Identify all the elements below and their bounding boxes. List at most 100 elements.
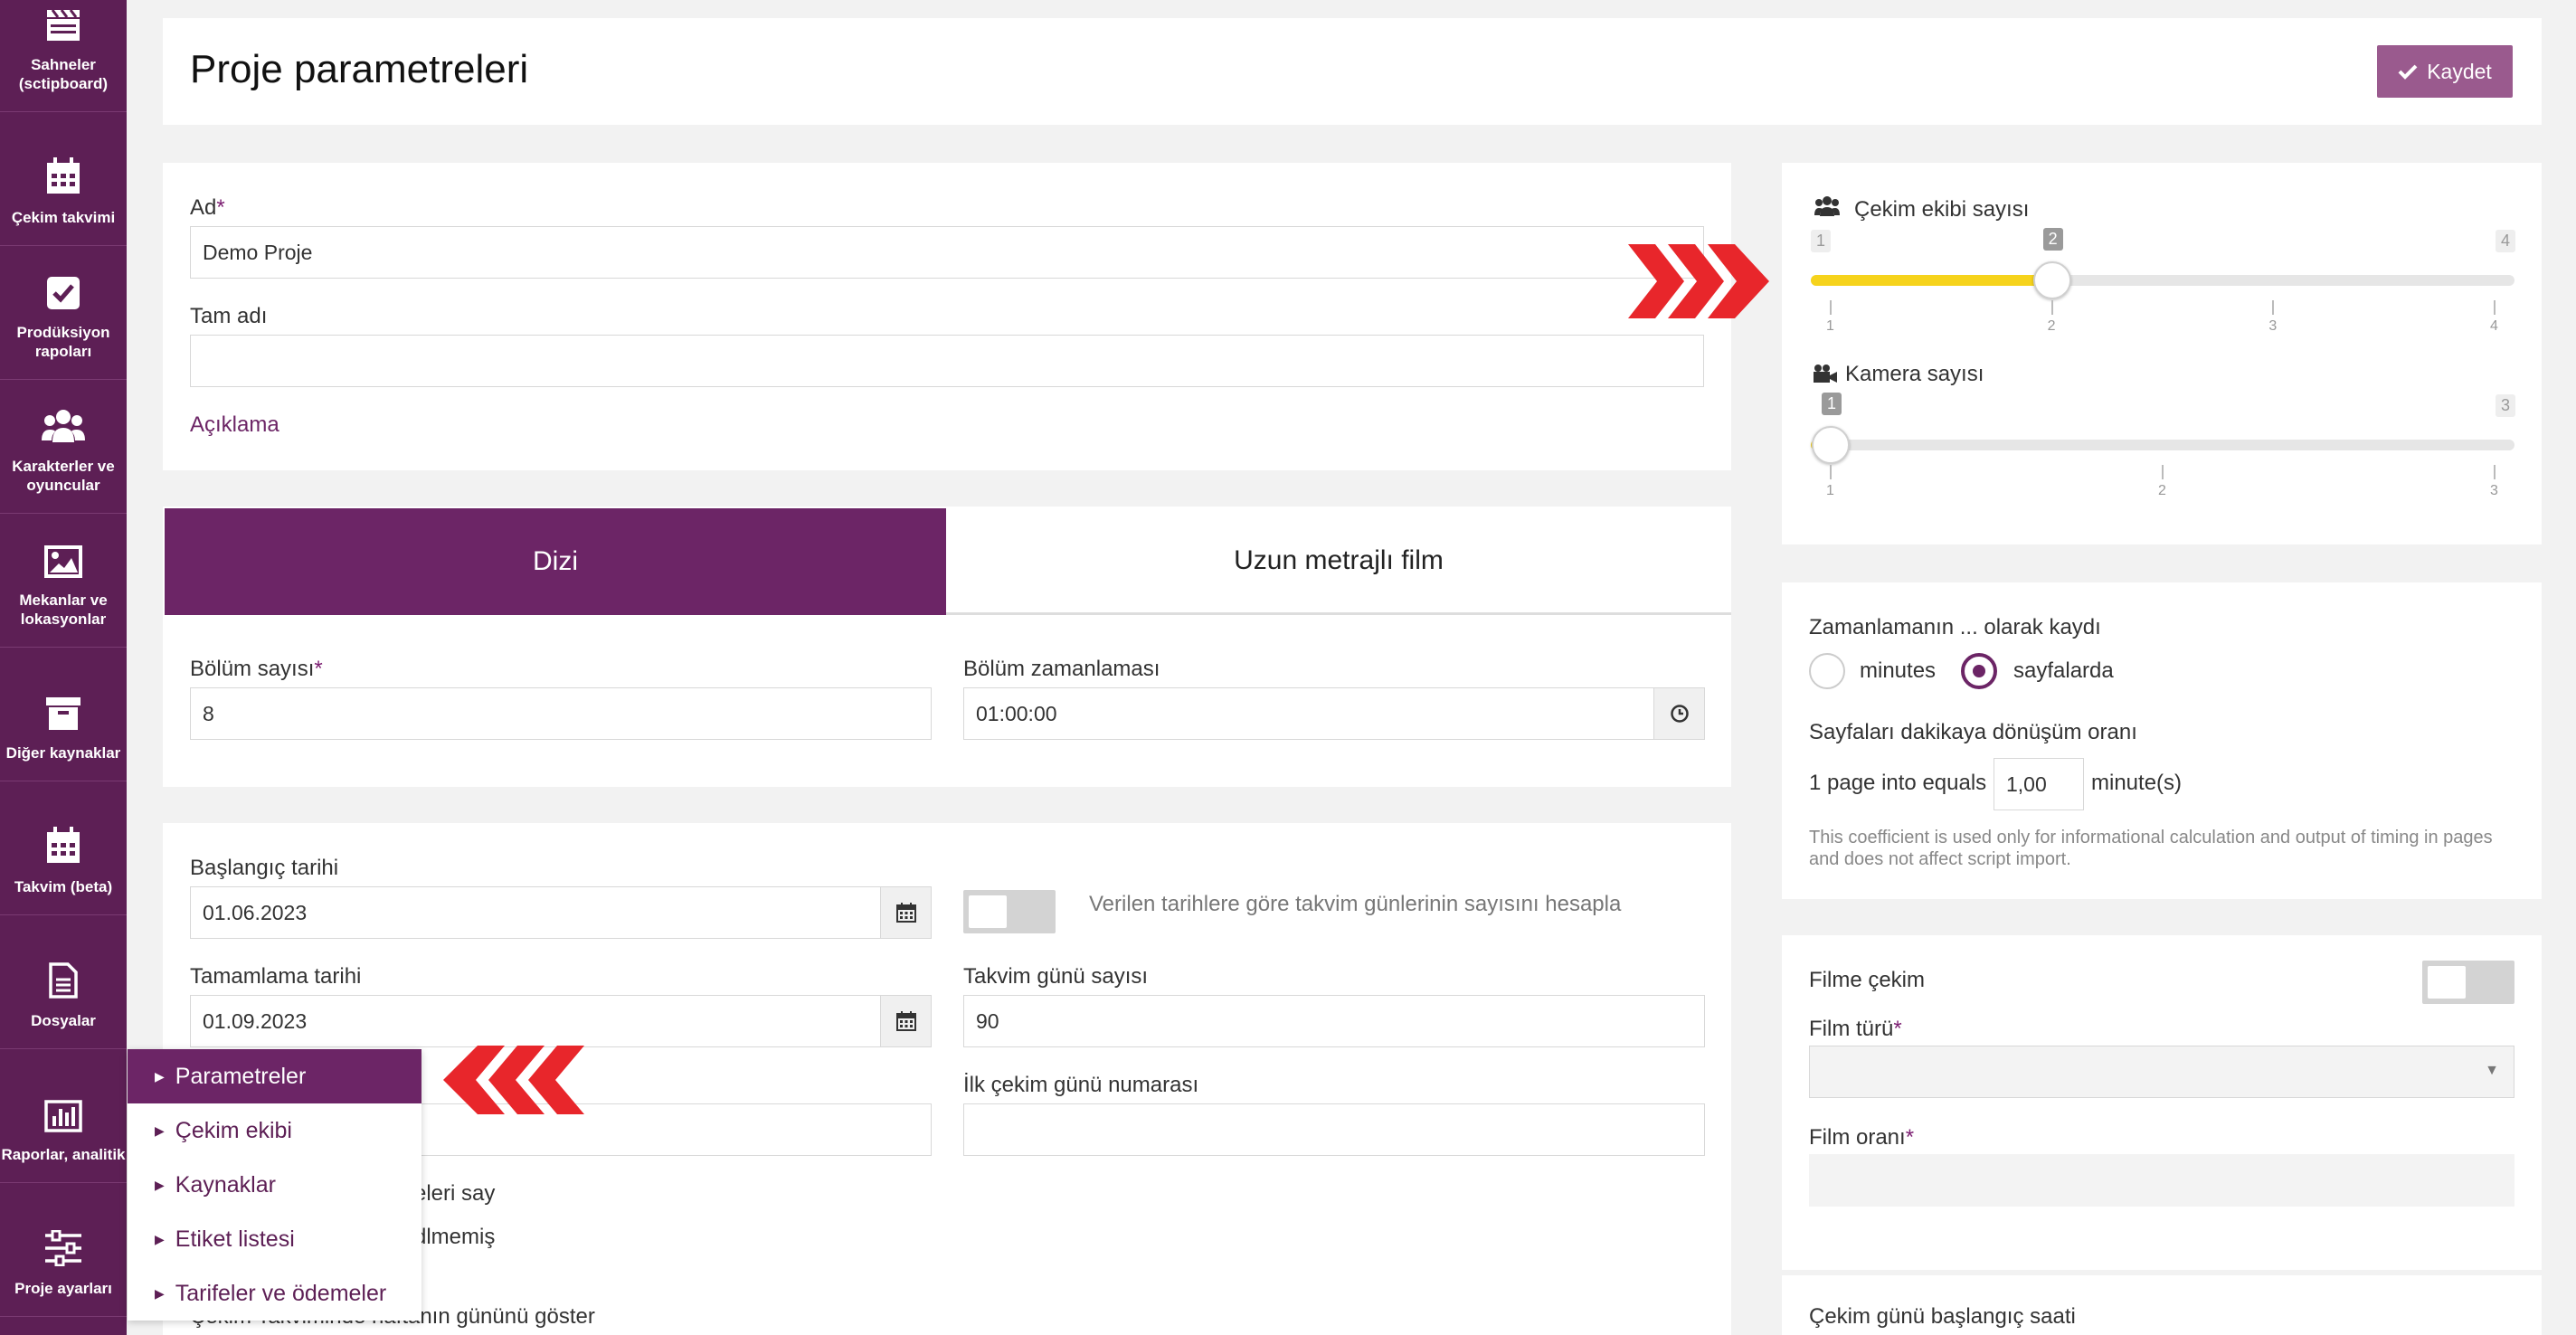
menu-item-parameters[interactable]: ▶ Parametreler xyxy=(128,1049,421,1103)
sidebar-item-label: Prodüksiyon rapoları xyxy=(16,324,110,360)
start-date-label: Başlangıç tarihi xyxy=(190,856,339,880)
radio-minutes[interactable] xyxy=(1809,653,1845,689)
camera-slider-thumb[interactable] xyxy=(1812,426,1850,464)
slider-tick-label: 3 xyxy=(2490,483,2498,498)
film-ratio-input[interactable] xyxy=(1809,1154,2514,1207)
crew-slider[interactable]: 2 1 2 3 4 xyxy=(1811,217,2514,344)
slider-tick xyxy=(2494,300,2496,315)
menu-item-rates[interactable]: ▶ Tarifeler ve ödemeler xyxy=(128,1266,421,1321)
end-date-input[interactable]: 01.09.2023 xyxy=(190,995,932,1047)
sidebar-item-locations[interactable]: Mekanlar ve lokasyonlar xyxy=(0,514,127,648)
episodes-label: Bölüm sayısı* xyxy=(190,657,323,681)
sidebar-item-characters[interactable]: Karakterler ve oyuncular xyxy=(0,380,127,514)
menu-item-label: Parametreler xyxy=(175,1063,307,1089)
ratio-note: This coefficient is used only for inform… xyxy=(1809,828,2493,869)
partially-hidden-text: dlmemiş xyxy=(414,1225,496,1249)
archive-icon xyxy=(46,697,80,730)
chevron-left-arrows-icon xyxy=(443,1046,584,1114)
partially-hidden-text: eleri say xyxy=(414,1181,496,1206)
menu-item-resources[interactable]: ▶ Kaynaklar xyxy=(128,1158,421,1212)
caret-right-icon: ▶ xyxy=(155,1285,165,1301)
sidebar-item-calendar-beta[interactable]: Takvim (beta) xyxy=(0,781,127,915)
radio-minutes-label[interactable]: minutes xyxy=(1860,658,1936,684)
sidebar-item-label: Proje ayarları xyxy=(14,1280,112,1297)
sidebar-item-files[interactable]: Dosyalar xyxy=(0,915,127,1049)
calendar-icon[interactable] xyxy=(880,887,931,938)
calc-days-toggle[interactable] xyxy=(963,890,1056,933)
chevron-right-arrows-icon xyxy=(1628,244,1769,318)
conversion-label: Sayfaları dakikaya dönüşüm oranı xyxy=(1809,720,2137,744)
sidebar-item-label: Diğer kaynaklar xyxy=(5,744,121,762)
episodes-input[interactable]: 8 xyxy=(190,687,932,740)
users-icon xyxy=(1814,196,1840,216)
image-icon xyxy=(44,545,82,578)
calendar-icon[interactable] xyxy=(880,996,931,1046)
slider-tick xyxy=(2494,465,2496,479)
page-equals-label: 1 page into equals xyxy=(1809,771,1987,795)
name-input[interactable]: Demo Proje xyxy=(190,226,1704,279)
sidebar-item-label: Mekanlar ve lokasyonlar xyxy=(19,592,108,628)
tab-series[interactable]: Dizi xyxy=(165,508,946,615)
crew-slider-track[interactable] xyxy=(1811,275,2514,286)
basic-info-card xyxy=(163,163,1731,470)
menu-item-tag-list[interactable]: ▶ Etiket listesi xyxy=(128,1212,421,1266)
film-type-label: Film türü* xyxy=(1809,1017,1902,1041)
radio-pages-label[interactable]: sayfalarda xyxy=(2013,658,2114,684)
start-date-input[interactable]: 01.06.2023 xyxy=(190,886,932,939)
sidebar-item-label: Sahneler (sctipboard) xyxy=(18,56,109,92)
menu-item-label: Tarifeler ve ödemeler xyxy=(175,1280,387,1306)
camera-current-badge: 1 xyxy=(1822,393,1842,415)
slider-tick-label: 4 xyxy=(2490,318,2498,334)
sidebar-item-production-reports[interactable]: Prodüksiyon rapoları xyxy=(0,246,127,380)
sidebar-item-scenes[interactable]: Sahneler (sctipboard) xyxy=(0,0,127,112)
calendar-icon xyxy=(47,827,80,863)
sidebar-item-label: Dosyalar xyxy=(31,1012,96,1029)
menu-item-crew[interactable]: ▶ Çekim ekibi xyxy=(128,1103,421,1158)
tab-feature-film[interactable]: Uzun metrajlı film xyxy=(946,508,1731,615)
first-day-label: İlk çekim günü numarası xyxy=(963,1073,1199,1097)
chevron-down-icon: ▼ xyxy=(2485,1063,2499,1078)
slider-tick xyxy=(2272,300,2275,315)
radio-pages[interactable] xyxy=(1961,653,1997,689)
crew-slider-thumb[interactable] xyxy=(2032,261,2071,299)
shoot-start-label: Çekim günü başlangıç saati xyxy=(1809,1304,2076,1329)
sidebar-item-other-resources[interactable]: Diğer kaynaklar xyxy=(0,648,127,781)
episode-timing-input[interactable]: 01:00:00 xyxy=(963,687,1705,740)
crew-current-badge: 2 xyxy=(2042,228,2063,251)
ratio-input[interactable]: 1,00 xyxy=(1994,758,2084,810)
camera-slider-track[interactable] xyxy=(1811,440,2514,450)
page-title: Proje parametreleri xyxy=(190,47,529,91)
film-shoot-toggle[interactable] xyxy=(2422,961,2514,1004)
slider-tick xyxy=(2050,300,2053,315)
first-day-input[interactable] xyxy=(963,1103,1705,1156)
check-icon xyxy=(2398,64,2418,80)
slider-tick-label: 2 xyxy=(2047,318,2056,334)
caret-right-icon: ▶ xyxy=(155,1068,165,1084)
film-ratio-label: Film oranı* xyxy=(1809,1125,1915,1150)
save-button-label: Kaydet xyxy=(2427,59,2492,83)
bar-chart-icon xyxy=(44,1100,82,1132)
sidebar-item-shooting-schedule[interactable]: Çekim takvimi xyxy=(0,112,127,246)
caret-right-icon: ▶ xyxy=(155,1122,165,1138)
sidebar-item-label: Karakterler ve oyuncular xyxy=(12,458,115,494)
calendar-days-label: Takvim günü sayısı xyxy=(963,964,1149,989)
film-type-select[interactable]: ▼ xyxy=(1809,1046,2514,1098)
sidebar-item-label: Raporlar, analitik xyxy=(1,1146,126,1163)
sidebar-item-reports[interactable]: Raporlar, analitik xyxy=(0,1049,127,1183)
save-button[interactable]: Kaydet xyxy=(2377,45,2513,98)
camera-slider[interactable]: 1 1 2 3 xyxy=(1811,382,2514,508)
clock-icon[interactable] xyxy=(1653,688,1704,739)
slider-tick xyxy=(2162,465,2164,479)
fullname-input[interactable] xyxy=(190,335,1704,387)
file-icon xyxy=(49,962,78,999)
slider-tick xyxy=(1830,300,1832,315)
description-link[interactable]: Açıklama xyxy=(190,412,279,438)
sidebar-item-label: Takvim (beta) xyxy=(14,878,113,895)
sidebar-item-label: Çekim takvimi xyxy=(11,209,116,226)
users-icon xyxy=(42,410,85,442)
film-shoot-label: Filme çekim xyxy=(1809,968,1926,992)
calendar-days-input[interactable]: 90 xyxy=(963,995,1705,1047)
sidebar-item-project-settings[interactable]: Proje ayarları xyxy=(0,1183,127,1317)
slider-tick-label: 1 xyxy=(1826,318,1834,334)
clapperboard-icon xyxy=(47,9,80,41)
